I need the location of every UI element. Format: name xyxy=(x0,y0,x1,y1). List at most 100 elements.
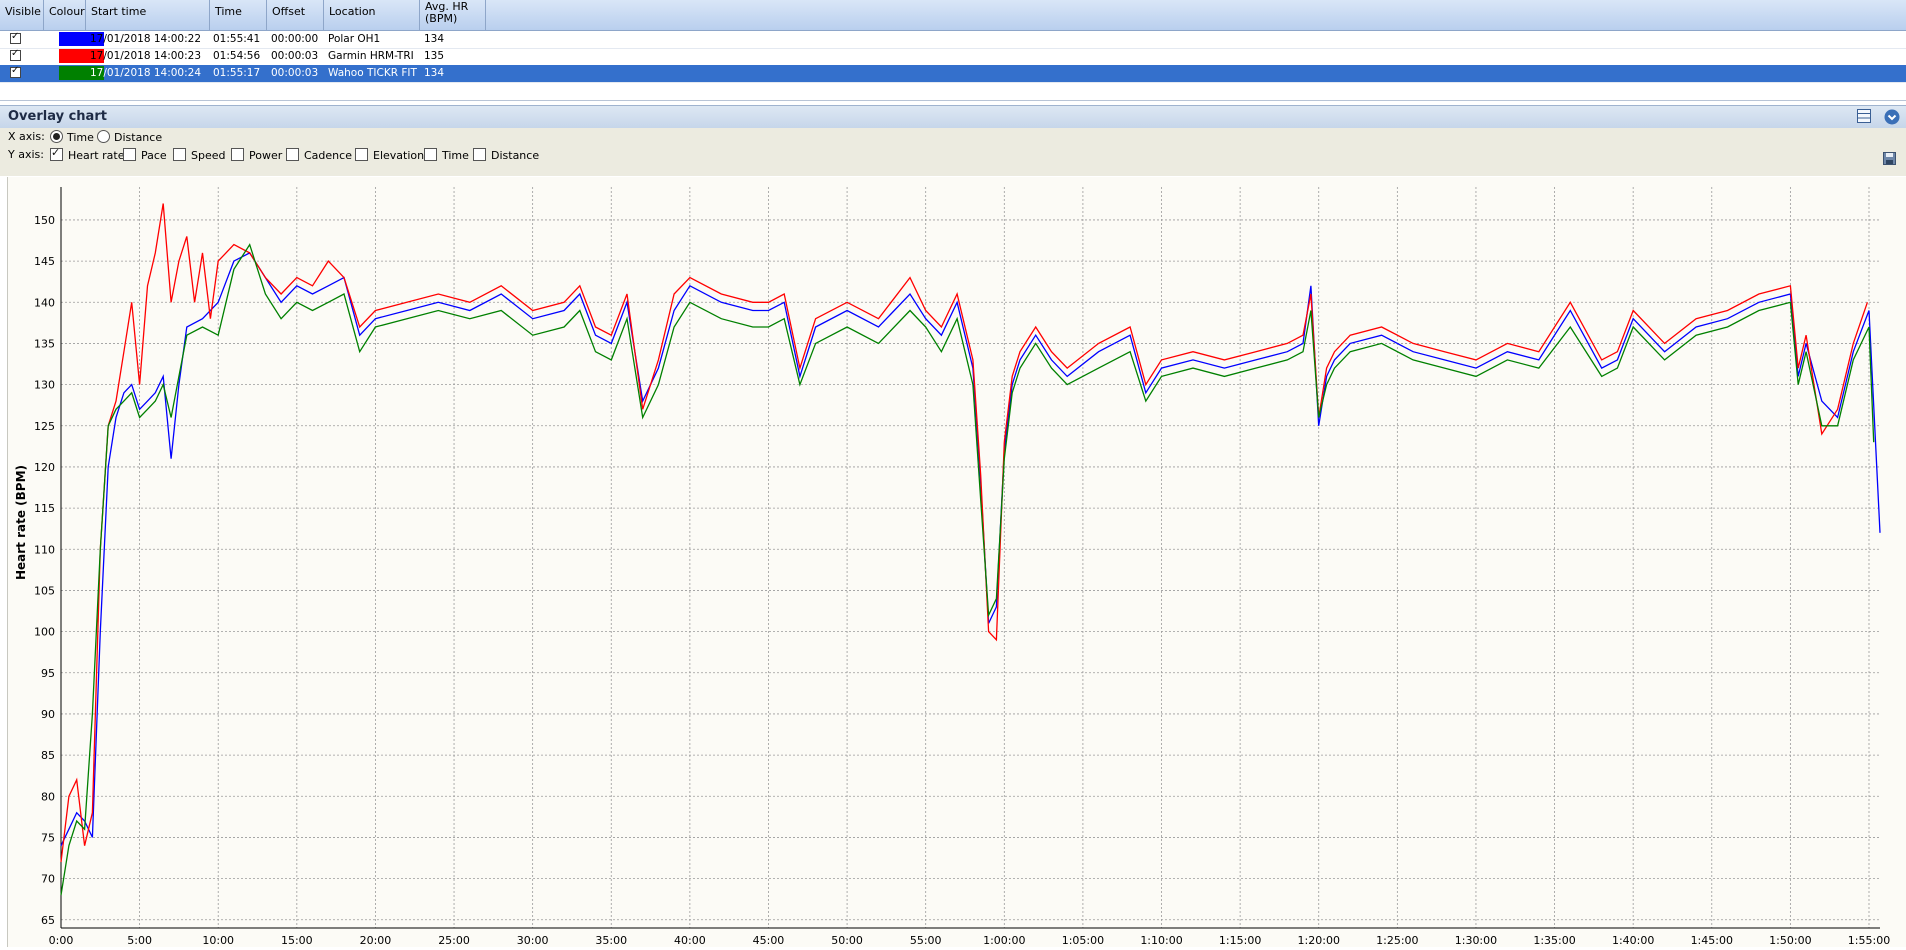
overlay-chart: 65 70 75 80 85 90 95 100 105 110 115 120 125 130 135 14… xyxy=(7,177,1906,950)
option-label: Elevation xyxy=(373,149,425,162)
col-label: Avg. HR (BPM) xyxy=(425,0,469,25)
x-tick-label: 10:00 xyxy=(202,934,234,947)
speed-checkbox[interactable] xyxy=(173,148,186,161)
series-line xyxy=(60,243,1875,896)
y-axis-label: Y axis: xyxy=(8,148,44,161)
chevron-down-icon[interactable] xyxy=(1884,109,1900,125)
option-label: Time xyxy=(442,149,469,162)
time-checkbox[interactable] xyxy=(424,148,437,161)
col-label: Time xyxy=(215,5,242,18)
y-axis-title: Heart rate (BPM) xyxy=(14,465,28,580)
location-cell: Garmin HRM-TRI xyxy=(328,50,414,62)
x-tick-label: 1:00:00 xyxy=(983,934,1025,947)
location-cell: Wahoo TICKR FIT xyxy=(328,67,417,79)
y-tick-label: 70 xyxy=(41,873,55,886)
y-tick-label: 140 xyxy=(34,296,55,309)
x-axis-label: X axis: xyxy=(8,130,45,143)
x-tick-label: 30:00 xyxy=(517,934,549,947)
y-option-power[interactable]: Power xyxy=(231,148,282,162)
save-icon[interactable] xyxy=(1883,152,1896,165)
y-option-time[interactable]: Time xyxy=(424,148,469,162)
y-option-pace[interactable]: Pace xyxy=(123,148,167,162)
y-option-distance[interactable]: Distance xyxy=(473,148,539,162)
y-tick-label: 125 xyxy=(34,420,55,433)
time-cell: 01:55:41 xyxy=(213,33,261,45)
start-time-cell: 17/01/2018 14:00:24 xyxy=(90,67,202,79)
col-time[interactable]: Time xyxy=(210,0,267,30)
y-option-speed[interactable]: Speed xyxy=(173,148,225,162)
y-tick-label: 105 xyxy=(34,584,55,597)
heart-rate-chart[interactable]: 65 70 75 80 85 90 95 100 105 110 115 120 125 130 135 14… xyxy=(8,177,1906,950)
y-tick-label: 120 xyxy=(34,461,55,474)
x-tick-label: 50:00 xyxy=(831,934,863,947)
avg-hr-cell: 134 xyxy=(424,33,445,45)
visible-checkbox[interactable] xyxy=(10,65,21,78)
x-tick-label: 1:05:00 xyxy=(1062,934,1104,947)
col-offset[interactable]: Offset xyxy=(267,0,324,30)
x-tick-label: 45:00 xyxy=(753,934,785,947)
option-label: Pace xyxy=(141,149,167,162)
x-tick-label: 5:00 xyxy=(127,934,152,947)
y-tick-label: 145 xyxy=(34,255,55,268)
x-tick-label: 1:15:00 xyxy=(1219,934,1261,947)
option-label: Cadence xyxy=(304,149,352,162)
time-cell: 01:54:56 xyxy=(213,50,261,62)
avg-hr-cell: 135 xyxy=(424,50,445,62)
layout-icon[interactable] xyxy=(1857,109,1871,123)
panel-title: Overlay chart xyxy=(8,109,107,124)
cadence-checkbox[interactable] xyxy=(286,148,299,161)
start-time-cell: 17/01/2018 14:00:23 xyxy=(90,50,202,62)
x-tick-label: 15:00 xyxy=(281,934,313,947)
x-tick-label: 1:25:00 xyxy=(1376,934,1418,947)
axis-controls: X axis: Time Distance Y axis: Heart rate… xyxy=(0,128,1906,176)
y-tick-label: 150 xyxy=(34,214,55,227)
power-checkbox[interactable] xyxy=(231,148,244,161)
offset-cell: 00:00:03 xyxy=(271,67,319,79)
sessions-grid: Visible Colour Start time Time Offset Lo… xyxy=(0,0,1906,101)
table-row[interactable]: 17/01/2018 14:00:23 01:54:56 00:00:03 Ga… xyxy=(0,48,1906,66)
heart-rate-checkbox[interactable] xyxy=(50,146,63,161)
col-start-time[interactable]: Start time xyxy=(86,0,210,30)
x-tick-label: 1:30:00 xyxy=(1455,934,1497,947)
series-line xyxy=(60,203,1869,863)
x-option-distance[interactable]: Distance xyxy=(97,130,162,144)
x-tick-label: 55:00 xyxy=(910,934,942,947)
col-colour[interactable]: Colour xyxy=(44,0,86,30)
y-option-heart-rate[interactable]: Heart rate xyxy=(50,146,124,162)
y-tick-label: 135 xyxy=(34,337,55,350)
y-option-elevation[interactable]: Elevation xyxy=(355,148,424,162)
table-row[interactable]: 17/01/2018 14:00:22 01:55:41 00:00:00 Po… xyxy=(0,31,1906,49)
offset-cell: 00:00:03 xyxy=(271,50,319,62)
col-label: Start time xyxy=(91,5,147,18)
col-label: Visible xyxy=(5,5,41,18)
y-tick-label: 65 xyxy=(41,914,55,927)
distance-checkbox[interactable] xyxy=(473,148,486,161)
col-visible[interactable]: Visible xyxy=(0,0,44,30)
col-location[interactable]: Location xyxy=(324,0,420,30)
y-tick-label: 100 xyxy=(34,626,55,639)
x-tick-label: 1:35:00 xyxy=(1533,934,1575,947)
x-tick-label: 40:00 xyxy=(674,934,706,947)
elevation-checkbox[interactable] xyxy=(355,148,368,161)
col-label: Offset xyxy=(272,5,306,18)
option-label: Time xyxy=(67,131,94,144)
pace-checkbox[interactable] xyxy=(123,148,136,161)
x-tick-label: 1:10:00 xyxy=(1140,934,1182,947)
avg-hr-cell: 134 xyxy=(424,67,445,79)
overlay-chart-header: Overlay chart xyxy=(0,105,1906,129)
y-tick-label: 85 xyxy=(41,749,55,762)
x-tick-label: 1:55:00 xyxy=(1848,934,1890,947)
x-option-time[interactable]: Time xyxy=(50,130,94,144)
grid-header: Visible Colour Start time Time Offset Lo… xyxy=(0,0,1906,31)
distance-radio[interactable] xyxy=(97,130,110,143)
visible-checkbox[interactable] xyxy=(10,48,21,61)
table-row[interactable]: 17/01/2018 14:00:24 01:55:17 00:00:03 Wa… xyxy=(0,65,1906,83)
y-option-cadence[interactable]: Cadence xyxy=(286,148,352,162)
col-avg-hr[interactable]: Avg. HR (BPM) xyxy=(420,0,486,30)
x-tick-label: 1:20:00 xyxy=(1298,934,1340,947)
option-label: Distance xyxy=(114,131,163,144)
y-tick-label: 95 xyxy=(41,667,55,680)
x-tick-label: 20:00 xyxy=(360,934,392,947)
visible-checkbox[interactable] xyxy=(10,31,21,44)
time-radio[interactable] xyxy=(50,130,63,143)
